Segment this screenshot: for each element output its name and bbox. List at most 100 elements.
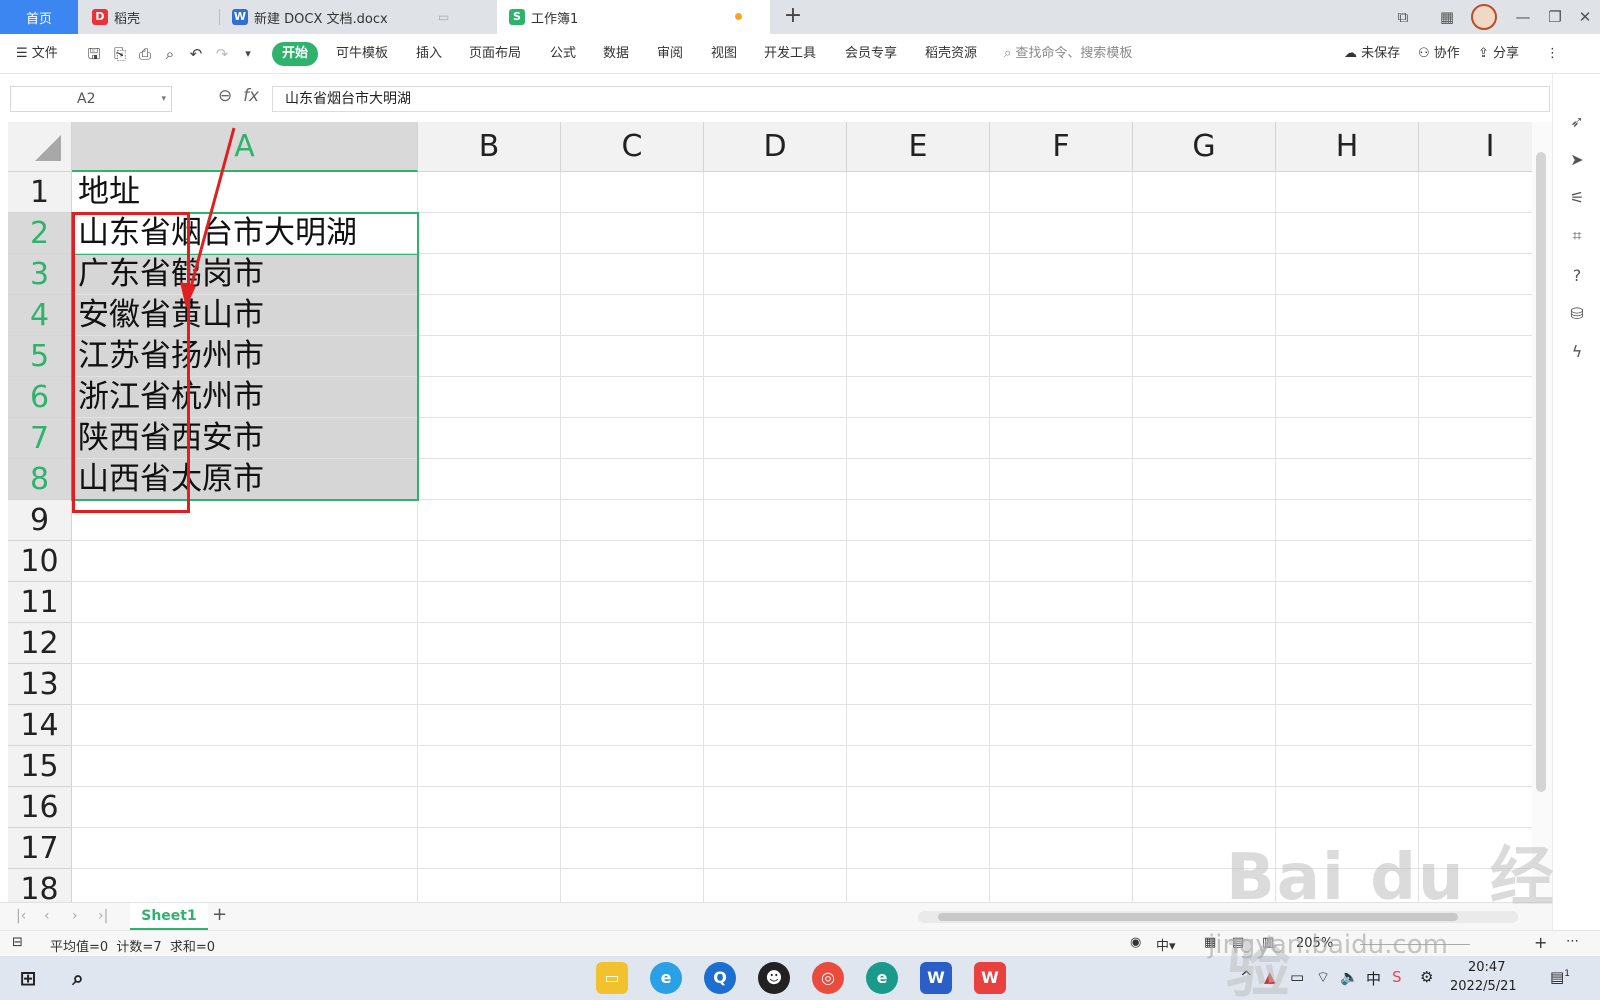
word-doc-icon: W [232,9,248,25]
apps-grid-icon[interactable]: ▦ [1430,0,1464,34]
col-header-f[interactable]: F [990,122,1133,172]
col-header-e[interactable]: E [847,122,990,172]
tab-docx-label: 新建 DOCX 文档.docx [254,11,388,27]
crop-icon[interactable]: ⌗ [1567,226,1587,246]
word-taskbar-icon[interactable]: W [920,962,952,994]
macro-icon[interactable]: ⊟ [12,935,23,950]
sheet-tab-sheet1[interactable]: Sheet1 [130,903,208,930]
undo-icon[interactable]: ↶ [186,44,206,64]
wps-taskbar-icon[interactable]: W [974,962,1006,994]
baidu-watermark-logo: Bai du 经验 [1226,841,1556,1000]
row-header-18[interactable]: 18 [8,869,72,902]
col-header-c[interactable]: C [561,122,704,172]
windows-start-icon[interactable]: ⊞ [12,962,44,994]
row-header-10[interactable]: 10 [8,541,72,582]
redo-icon[interactable]: ↷ [212,44,232,64]
row-gridline [72,663,1532,664]
first-sheet-icon[interactable]: |‹ [16,908,26,924]
restore-icon[interactable]: ❐ [1540,0,1570,34]
formula-tools: ⊖ fx [218,86,259,106]
fx-icon[interactable]: fx [243,86,259,106]
command-search[interactable]: ⌕ 查找命令、搜索模板 [1004,42,1132,66]
row-header-15[interactable]: 15 [8,746,72,787]
sliders-icon[interactable]: ⚟ [1567,188,1587,208]
more-menu-icon[interactable]: ⋮ [1546,42,1559,66]
menu-review[interactable]: 审阅 [657,42,683,66]
last-sheet-icon[interactable]: ›| [98,908,108,924]
prev-sheet-icon[interactable]: ‹ [44,908,50,924]
share-button[interactable]: ⇪ 分享 [1478,42,1519,66]
menu-page-layout[interactable]: 页面布局 [469,42,521,66]
row-header-11[interactable]: 11 [8,582,72,623]
tab-docx[interactable]: W 新建 DOCX 文档.docx ▭ [220,0,496,34]
row-header-16[interactable]: 16 [8,787,72,828]
edge-icon[interactable]: e [866,962,898,994]
tab-docer[interactable]: D 稻壳 [80,0,218,34]
tab-home[interactable]: 首页 [0,0,78,34]
share-label: 分享 [1493,46,1520,61]
collab-label: 协作 [1433,46,1460,61]
export-icon[interactable]: ⎘ [110,44,130,64]
collab-button[interactable]: ⚇ 协作 [1418,42,1460,66]
menu-start-label: 开始 [282,46,309,61]
add-sheet-button[interactable]: + [212,904,227,925]
menu-view[interactable]: 视图 [711,42,737,66]
col-header-h[interactable]: H [1276,122,1419,172]
minimize-icon[interactable]: — [1508,0,1538,34]
col-gridline [846,172,847,902]
file-explorer-icon[interactable]: ▭ [596,962,628,994]
next-sheet-icon[interactable]: › [72,908,78,924]
file-menu[interactable]: ☰ 文件 [16,42,58,66]
menu-developer[interactable]: 开发工具 [764,42,816,66]
spreadsheet-grid[interactable]: A B C D E F G H I 1 2 3 4 5 6 7 8 9 10 11 12 13 14 15 1… [0,122,1532,902]
name-box[interactable]: A2 ▾ [10,86,172,112]
unsaved-button[interactable]: ☁ 未保存 [1344,42,1400,66]
menu-docer-resources[interactable]: 稻壳资源 [925,42,977,66]
help-icon[interactable]: ? [1567,266,1587,286]
menu-templates[interactable]: 可牛模板 [336,42,388,66]
ie-browser-icon[interactable]: e [650,962,682,994]
menu-start[interactable]: 开始 [272,42,319,66]
row-header-13[interactable]: 13 [8,664,72,705]
col-gridline [703,172,704,902]
zoom-formula-icon[interactable]: ⊖ [218,86,232,106]
menu-bar: ☰ 文件 🖫 ⎘ ⎙ ⌕ ↶ ↷ ▾ 开始 可牛模板 插入 页面布局 公式 数据… [0,34,1600,74]
tab-workbook-label: 工作簿1 [531,11,579,27]
chrome-icon[interactable]: ◎ [812,962,844,994]
menu-data[interactable]: 数据 [603,42,629,66]
row-header-14[interactable]: 14 [8,705,72,746]
eye-protect-icon[interactable]: ◉ [1130,935,1141,950]
menu-member[interactable]: 会员专享 [845,42,897,66]
avatar[interactable] [1468,0,1500,34]
backup-icon[interactable]: ⛁ [1567,304,1587,324]
close-icon[interactable]: ✕ [1570,0,1600,34]
print-icon[interactable]: ⎙ [135,44,155,64]
formula-input[interactable]: 山东省烟台市大明湖 [272,86,1550,112]
quick-access-dropdown-icon[interactable]: ▾ [238,44,258,64]
baidu-watermark-url: jingyan.baidu.com [1208,930,1448,960]
row-header-17[interactable]: 17 [8,828,72,869]
layout-icon[interactable]: ⧉ [1386,0,1420,34]
tab-workbook[interactable]: S 工作簿1 [497,0,770,34]
input-method-icon[interactable]: 中▾ [1156,935,1176,954]
menu-formulas[interactable]: 公式 [550,42,576,66]
vertical-scroll-thumb[interactable] [1536,152,1546,792]
vertical-scrollbar[interactable] [1532,122,1552,902]
qq-icon[interactable]: ☻ [758,962,790,994]
row-header-12[interactable]: 12 [8,623,72,664]
lightning-icon[interactable]: ϟ [1567,342,1587,362]
row-gridline [72,745,1532,746]
cursor-icon[interactable]: ➤ [1567,150,1587,170]
col-header-d[interactable]: D [704,122,847,172]
col-header-i[interactable]: I [1419,122,1532,172]
print-preview-icon[interactable]: ⌕ [160,44,180,64]
save-icon[interactable]: 🖫 [84,44,104,64]
col-header-g[interactable]: G [1133,122,1276,172]
name-box-value: A2 [77,91,96,107]
menu-insert[interactable]: 插入 [416,42,442,66]
qq-browser-icon[interactable]: Q [704,962,736,994]
command-search-placeholder: 查找命令、搜索模板 [1015,46,1133,61]
rocket-icon[interactable]: ➶ [1567,112,1587,132]
new-tab-button[interactable]: + [780,4,806,30]
search-taskbar-icon[interactable]: ⌕ [62,962,94,994]
